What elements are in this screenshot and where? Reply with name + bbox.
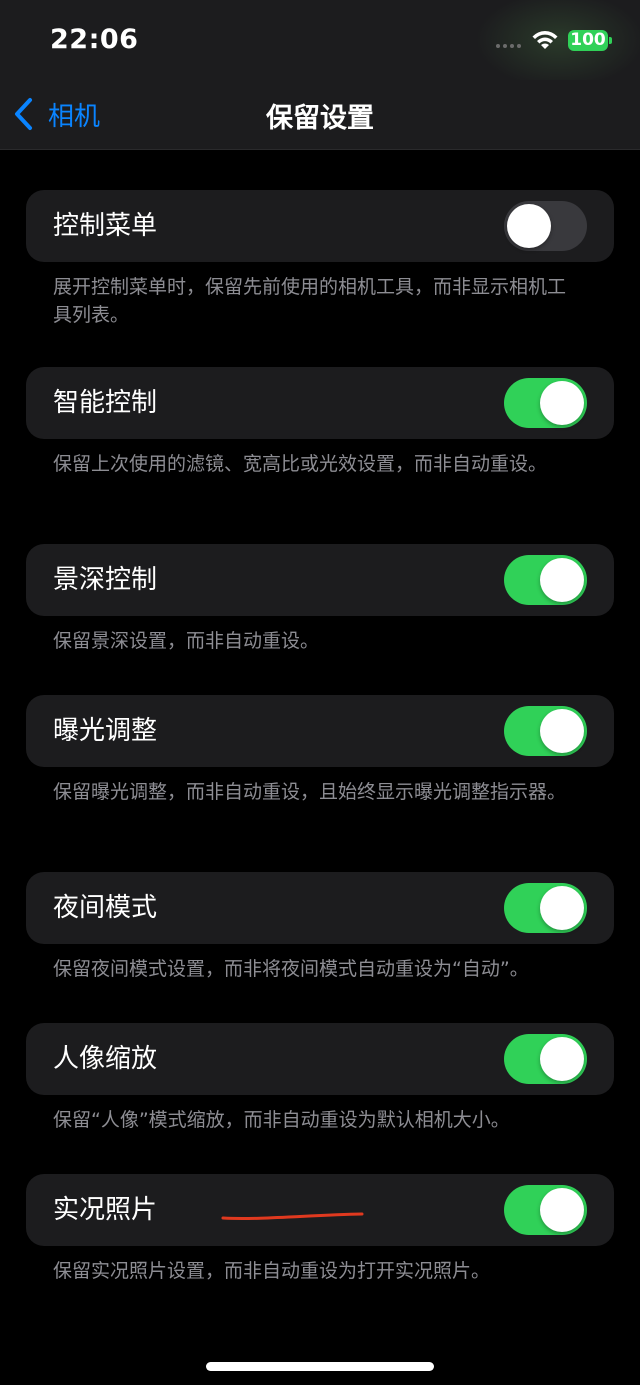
setting-row: 控制菜单 [26,190,614,262]
exposure-adjustment-toggle[interactable] [504,706,587,756]
setting-label: 曝光调整 [53,716,158,746]
live-photo-toggle[interactable] [504,1185,587,1235]
battery-indicator: 100 [568,30,612,51]
toggle-knob [540,558,584,602]
toggle-knob [540,886,584,930]
setting-label: 夜间模式 [53,893,158,923]
page-title: 保留设置 [266,103,374,134]
toggle-knob [540,1188,584,1232]
wifi-icon [532,31,558,49]
setting-depth-control: 景深控制 保留景深设置，而非自动重设。 [26,544,614,655]
setting-description: 展开控制菜单时，保留先前使用的相机工具，而非显示相机工具列表。 [53,276,567,326]
toggle-knob [540,381,584,425]
setting-label: 人像缩放 [53,1044,158,1074]
setting-row: 景深控制 [26,544,614,616]
setting-description: 保留上次使用的滤镜、宽高比或光效设置，而非自动重设。 [53,453,548,475]
setting-label: 控制菜单 [53,211,158,241]
setting-description: 保留夜间模式设置，而非将夜间模式自动重设为“自动”。 [53,958,529,980]
status-time: 22:06 [50,24,139,55]
night-mode-toggle[interactable] [504,883,587,933]
setting-description: 保留曝光调整，而非自动重设，且始终显示曝光调整指示器。 [53,781,567,803]
setting-description: 保留“人像”模式缩放，而非自动重设为默认相机大小。 [53,1109,510,1131]
setting-portrait-zoom: 人像缩放 保留“人像”模式缩放，而非自动重设为默认相机大小。 [26,1023,614,1134]
depth-control-toggle[interactable] [504,555,587,605]
setting-description: 保留实况照片设置，而非自动重设为打开实况照片。 [53,1260,491,1282]
toggle-knob [540,1037,584,1081]
setting-label: 智能控制 [53,388,158,418]
setting-exposure-adjustment: 曝光调整 保留曝光调整，而非自动重设，且始终显示曝光调整指示器。 [26,695,614,806]
cellular-signal-icon [496,44,521,48]
navigation-bar: 相机 保留设置 [0,80,640,150]
setting-live-photo: 实况照片 保留实况照片设置，而非自动重设为打开实况照片。 [26,1174,614,1285]
home-indicator[interactable] [206,1362,434,1371]
smart-control-toggle[interactable] [504,378,587,428]
setting-row: 夜间模式 [26,872,614,944]
setting-label: 景深控制 [53,565,158,595]
setting-row: 智能控制 [26,367,614,439]
toggle-knob [507,204,551,248]
status-bar: 22:06 100 [0,0,640,80]
setting-row: 曝光调整 [26,695,614,767]
setting-label: 实况照片 [53,1195,158,1225]
setting-description: 保留景深设置，而非自动重设。 [53,630,320,652]
setting-row: 人像缩放 [26,1023,614,1095]
toggle-knob [540,709,584,753]
control-menu-toggle[interactable] [504,201,587,251]
setting-smart-control: 智能控制 保留上次使用的滤镜、宽高比或光效设置，而非自动重设。 [26,367,614,478]
setting-night-mode: 夜间模式 保留夜间模式设置，而非将夜间模式自动重设为“自动”。 [26,872,614,983]
portrait-zoom-toggle[interactable] [504,1034,587,1084]
setting-control-menu: 控制菜单 展开控制菜单时，保留先前使用的相机工具，而非显示相机工具列表。 [26,190,614,329]
red-underline-annotation [221,1212,364,1220]
